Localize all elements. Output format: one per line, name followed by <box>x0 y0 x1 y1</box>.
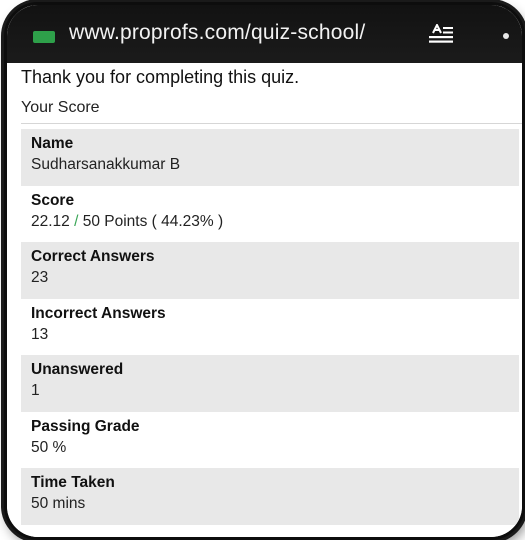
name-value: Sudharsanakkumar B <box>31 156 181 173</box>
url-text[interactable]: www.proprofs.com/quiz-school/ <box>69 21 365 45</box>
passing-grade-row: Passing Grade 50 % <box>21 411 519 468</box>
quiz-result-page: Thank you for completing this quiz. Your… <box>7 63 522 537</box>
passing-grade-label: Passing Grade <box>31 417 140 435</box>
name-row: Name Sudharsanakkumar B <box>21 129 519 186</box>
correct-answers-label: Correct Answers <box>31 248 155 265</box>
score-total: 50 Points ( 44.23% ) <box>82 212 224 230</box>
time-taken-label: Time Taken <box>31 474 115 491</box>
unanswered-row: Unanswered 1 <box>21 355 519 412</box>
unanswered-label: Unanswered <box>31 361 124 378</box>
your-score-heading: Your Score <box>21 99 100 116</box>
correct-answers-value: 23 <box>31 269 49 286</box>
unanswered-value: 1 <box>31 382 40 399</box>
phone-frame: www.proprofs.com/quiz-school/ Thank you … <box>4 2 525 540</box>
score-details-table: Name Sudharsanakkumar B Score 22.12 / 50… <box>21 129 519 525</box>
completion-message: Thank you for completing this quiz. <box>21 67 300 87</box>
correct-answers-row: Correct Answers 23 <box>21 242 519 299</box>
browser-address-bar[interactable]: www.proprofs.com/quiz-school/ <box>7 5 522 63</box>
score-row: Score 22.12 / 50 Points ( 44.23% ) <box>21 185 519 242</box>
time-taken-value: 50 mins <box>31 495 86 512</box>
name-label: Name <box>31 135 74 152</box>
incorrect-answers-value: 13 <box>31 325 49 343</box>
time-taken-row: Time Taken 50 mins <box>21 468 519 525</box>
passing-grade-value: 50 % <box>31 438 67 456</box>
site-security-icon <box>33 31 55 43</box>
score-slash: / <box>74 212 79 230</box>
score-earned: 22.12 <box>31 212 70 230</box>
score-label: Score <box>31 191 75 209</box>
reader-mode-icon[interactable] <box>427 24 455 46</box>
incorrect-answers-label: Incorrect Answers <box>31 304 166 322</box>
incorrect-answers-row: Incorrect Answers 13 <box>21 298 519 355</box>
score-value: 22.12 / 50 Points ( 44.23% ) <box>31 211 519 233</box>
overflow-menu-icon[interactable] <box>503 33 509 39</box>
divider <box>21 123 522 124</box>
